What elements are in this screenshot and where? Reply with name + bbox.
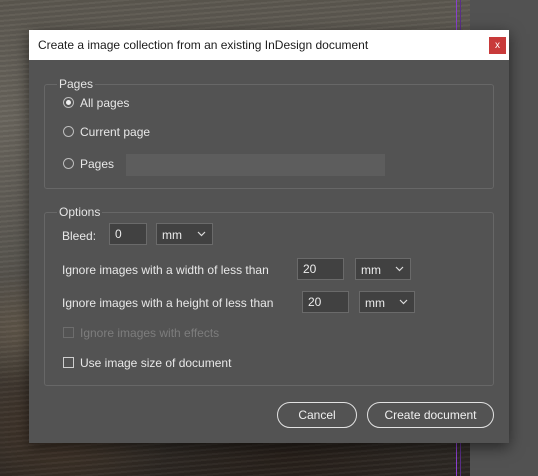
pages-radio[interactable]	[63, 158, 74, 169]
height-threshold-input[interactable]	[302, 291, 349, 313]
cancel-button[interactable]: Cancel	[277, 402, 357, 428]
options-group-label: Options	[57, 205, 103, 219]
height-unit-value: mm	[365, 296, 385, 310]
current-page-label[interactable]: Current page	[80, 125, 150, 139]
use-image-size-checkbox[interactable]	[63, 357, 74, 368]
close-button[interactable]: x	[489, 37, 506, 54]
all-pages-radio[interactable]	[63, 97, 74, 108]
height-threshold-label: Ignore images with a height of less than	[62, 296, 274, 310]
bleed-unit-select[interactable]: mm	[156, 223, 213, 245]
dialog-titlebar[interactable]: Create a image collection from an existi…	[29, 30, 509, 60]
chevron-down-icon	[399, 299, 408, 305]
width-threshold-label: Ignore images with a width of less than	[62, 263, 269, 277]
height-unit-select[interactable]: mm	[359, 291, 415, 313]
all-pages-label[interactable]: All pages	[80, 96, 129, 110]
bleed-input[interactable]	[109, 223, 147, 245]
use-image-size-label[interactable]: Use image size of document	[80, 356, 231, 370]
ignore-effects-label: Ignore images with effects	[80, 326, 220, 340]
bleed-unit-value: mm	[162, 228, 182, 242]
width-threshold-input[interactable]	[297, 258, 344, 280]
width-unit-value: mm	[361, 263, 381, 277]
chevron-down-icon	[197, 231, 206, 237]
current-page-radio[interactable]	[63, 126, 74, 137]
close-icon: x	[495, 40, 500, 51]
width-unit-select[interactable]: mm	[355, 258, 411, 280]
bleed-label: Bleed:	[62, 229, 97, 243]
pages-label[interactable]: Pages	[80, 157, 114, 171]
create-document-button[interactable]: Create document	[367, 402, 494, 428]
pages-range-input[interactable]	[126, 154, 385, 176]
chevron-down-icon	[395, 266, 404, 272]
dialog-title: Create a image collection from an existi…	[38, 38, 369, 52]
create-collection-dialog: Create a image collection from an existi…	[29, 30, 509, 443]
pages-group-label: Pages	[57, 77, 96, 91]
ignore-effects-checkbox[interactable]	[63, 327, 74, 338]
